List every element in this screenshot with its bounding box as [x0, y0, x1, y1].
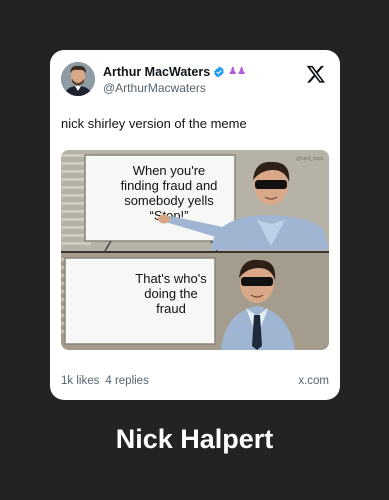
board-top-line-1: When you're: [133, 163, 206, 178]
caption-title: Nick Halpert: [115, 424, 274, 454]
author-name-row: Arthur MacWaters ♟♟: [103, 65, 246, 79]
source-link[interactable]: x.com: [298, 375, 329, 387]
meme-image: When you're finding fraud and somebody y…: [61, 150, 329, 350]
post-text: nick shirley version of the meme: [61, 116, 247, 131]
embedded-post-card[interactable]: Arthur MacWaters ♟♟ @ArthurMacwaters nic…: [50, 50, 340, 400]
board-bottom-line-3: fraud: [156, 301, 186, 316]
people-emoji-icon: ♟♟: [228, 66, 247, 77]
post-media-meme[interactable]: When you're finding fraud and somebody y…: [61, 150, 329, 350]
author-display-name[interactable]: Arthur MacWaters: [103, 65, 210, 79]
likes-count[interactable]: 1k likes: [61, 375, 99, 387]
avatar[interactable]: [61, 62, 95, 96]
board-bottom-line-1: That's who's: [135, 271, 207, 286]
replies-count[interactable]: 4 replies: [105, 375, 148, 387]
author-handle[interactable]: @ArthurMacwaters: [103, 81, 206, 95]
board-top-line-2: finding fraud and: [121, 178, 218, 193]
avatar-image: [61, 62, 95, 96]
x-logo-icon[interactable]: [306, 64, 326, 84]
board-top-line-3: somebody yells: [124, 193, 214, 208]
board-bottom-line-2: doing the: [144, 286, 198, 301]
meme-watermark: @cant_trust: [296, 156, 324, 162]
engagement-stats: 1k likes 4 replies: [61, 375, 149, 387]
verified-badge-icon: [214, 66, 225, 78]
